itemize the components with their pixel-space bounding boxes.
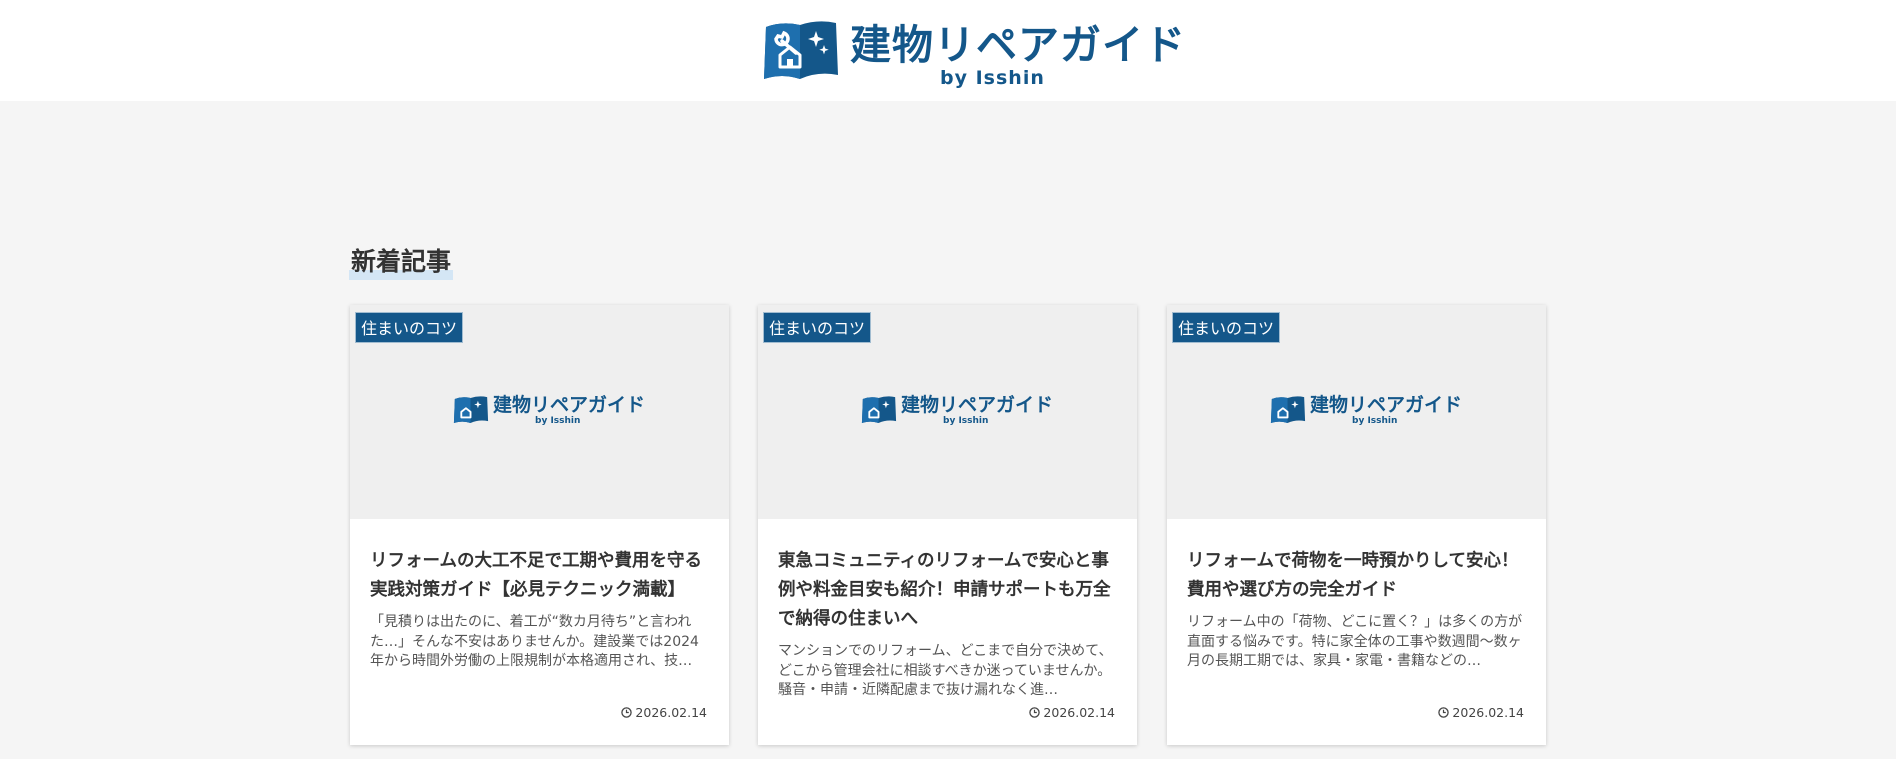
thumbnail-logo-byline: by Isshin: [535, 416, 581, 426]
post-date: 2026.02.14: [1029, 705, 1115, 721]
category-badge[interactable]: 住まいのコツ: [1172, 312, 1281, 343]
logo-title: 建物リペアガイド: [850, 21, 1186, 69]
logo-byline: by Isshin: [940, 67, 1045, 89]
clock-icon: [621, 707, 633, 718]
thumbnail-logo-title: 建物リペアガイド: [901, 394, 1054, 416]
post-card[interactable]: 建物リペアガイド by Isshin 住まいのコツ リフォームの大工不足で工期や…: [350, 305, 729, 745]
thumbnail-logo-title: 建物リペアガイド: [1310, 394, 1463, 416]
post-title[interactable]: リフォームで荷物を一時預かりして安心！費用や選び方の完全ガイド: [1187, 547, 1529, 605]
post-excerpt: マンションでのリフォーム、どこまで自分で決めて、どこから管理会社に相談すべきか迷…: [778, 643, 1113, 698]
clock-icon: [1438, 707, 1450, 718]
post-date: 2026.02.14: [1438, 705, 1524, 721]
post-excerpt: 「見積りは出たのに、着工が“数カ月待ち”と言われた…」そんな不安はありませんか。…: [370, 614, 699, 669]
house-wrench-logo-icon: [453, 396, 489, 423]
post-card[interactable]: 建物リペアガイド by Isshin 住まいのコツ リフォームで荷物を一時預かり…: [1167, 305, 1546, 745]
category-badge[interactable]: 住まいのコツ: [355, 312, 464, 343]
post-date-text: 2026.02.14: [635, 705, 707, 720]
post-thumbnail: 建物リペアガイド by Isshin 住まいのコツ: [1167, 305, 1546, 519]
thumbnail-logo: 建物リペアガイド by Isshin: [861, 394, 1053, 430]
post-date-text: 2026.02.14: [1043, 705, 1115, 720]
post-title[interactable]: リフォームの大工不足で工期や費用を守る実践対策ガイド【必見テクニック満載】: [370, 547, 712, 605]
house-wrench-logo-icon: [1270, 396, 1306, 423]
thumbnail-logo: 建物リペアガイド by Isshin: [1270, 394, 1462, 430]
thumbnail-logo-byline: by Isshin: [1352, 416, 1398, 426]
section-heading-new-posts: 新着記事: [349, 244, 454, 280]
thumbnail-logo-byline: by Isshin: [943, 416, 989, 426]
post-date: 2026.02.14: [621, 705, 707, 721]
site-logo[interactable]: 建物リペアガイド by Isshin: [762, 17, 1185, 89]
post-excerpt: リフォーム中の「荷物、どこに置く？」は多くの方が直面する悩みです。特に家全体の工…: [1187, 614, 1523, 669]
post-card[interactable]: 建物リペアガイド by Isshin 住まいのコツ 東急コミュニティのリフォーム…: [758, 305, 1137, 745]
thumbnail-logo-title: 建物リペアガイド: [493, 394, 646, 416]
post-thumbnail: 建物リペアガイド by Isshin 住まいのコツ: [350, 305, 729, 519]
site-header: 建物リペアガイド by Isshin: [0, 0, 1896, 101]
post-title[interactable]: 東急コミュニティのリフォームで安心と事例や料金目安も紹介！申請サポートも万全で納…: [778, 547, 1120, 634]
post-date-text: 2026.02.14: [1452, 705, 1524, 720]
house-wrench-logo-icon: [861, 396, 897, 423]
house-wrench-logo-icon: [764, 21, 838, 79]
category-badge[interactable]: 住まいのコツ: [763, 312, 872, 343]
clock-icon: [1029, 707, 1041, 718]
post-thumbnail: 建物リペアガイド by Isshin 住まいのコツ: [758, 305, 1137, 519]
thumbnail-logo: 建物リペアガイド by Isshin: [453, 394, 645, 430]
